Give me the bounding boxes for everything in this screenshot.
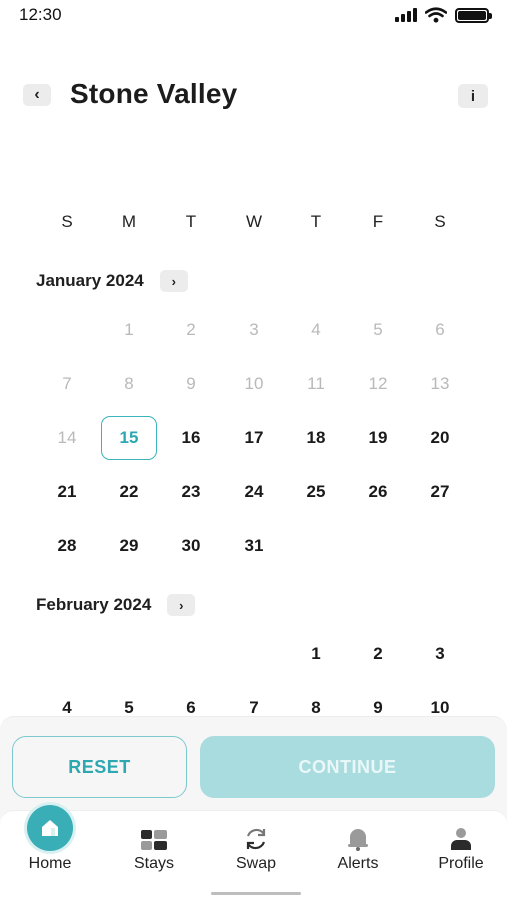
calendar-day[interactable]: 27	[412, 470, 468, 514]
tab-label: Profile	[438, 855, 484, 872]
tab-label: Swap	[235, 855, 277, 872]
calendar: January 2024 › 1 2 3 4 5 6 7 8 9 10 11 12 13 14 15 16 17 18…	[0, 0, 507, 715]
calendar-day: 4	[311, 320, 321, 339]
bottom-tab-bar: Home Stays Swap Alerts Profile	[0, 805, 507, 900]
calendar-day[interactable]: 21	[39, 470, 95, 514]
calendar-day: 2	[186, 320, 196, 339]
month-label: February 2024	[36, 595, 152, 614]
calendar-day: 9	[186, 374, 196, 393]
calendar-day[interactable]: 9	[350, 686, 406, 715]
calendar-day[interactable]: 2	[350, 632, 406, 676]
calendar-day[interactable]: 5	[101, 686, 157, 715]
stays-icon	[140, 811, 168, 851]
calendar-day: 5	[373, 320, 383, 339]
month-header: January 2024 ›	[36, 270, 188, 292]
calendar-day[interactable]: 18	[288, 416, 344, 460]
reset-button[interactable]: RESET	[12, 736, 187, 798]
calendar-day[interactable]: 19	[350, 416, 406, 460]
calendar-day: 7	[62, 374, 72, 393]
calendar-day[interactable]: 4	[39, 686, 95, 715]
calendar-day[interactable]: 17	[226, 416, 282, 460]
calendar-day[interactable]: 24	[226, 470, 282, 514]
continue-button[interactable]: CONTINUE	[200, 736, 495, 798]
calendar-day[interactable]: 3	[412, 632, 468, 676]
calendar-day[interactable]: 23	[163, 470, 219, 514]
home-icon	[27, 805, 73, 851]
tab-label: Home	[28, 855, 72, 872]
calendar-day: 3	[249, 320, 259, 339]
calendar-day: 11	[307, 374, 325, 393]
calendar-day[interactable]: 29	[101, 524, 157, 568]
calendar-day: 10	[244, 374, 264, 393]
tab-label: Alerts	[337, 855, 379, 872]
bell-icon	[345, 811, 371, 851]
tab-alerts[interactable]: Alerts	[313, 811, 403, 881]
calendar-day: 6	[435, 320, 445, 339]
calendar-day[interactable]: 1	[288, 632, 344, 676]
calendar-day-selected[interactable]: 15	[101, 416, 157, 460]
profile-icon	[448, 811, 474, 851]
tab-swap[interactable]: Swap	[211, 811, 301, 881]
calendar-day: 1	[124, 320, 134, 339]
swap-icon	[242, 811, 270, 851]
calendar-day[interactable]: 22	[101, 470, 157, 514]
calendar-day[interactable]: 8	[288, 686, 344, 715]
calendar-day[interactable]: 26	[350, 470, 406, 514]
calendar-day[interactable]: 7	[226, 686, 282, 715]
calendar-day[interactable]: 30	[163, 524, 219, 568]
tab-profile[interactable]: Profile	[416, 811, 506, 881]
calendar-day[interactable]: 25	[288, 470, 344, 514]
calendar-day: 14	[57, 428, 77, 447]
month-label: January 2024	[36, 271, 144, 290]
calendar-day[interactable]: 31	[226, 524, 282, 568]
calendar-day[interactable]: 20	[412, 416, 468, 460]
home-indicator	[211, 892, 301, 895]
month-header: February 2024 ›	[36, 594, 196, 616]
month-next-icon[interactable]: ›	[159, 270, 188, 292]
calendar-day: 13	[430, 374, 450, 393]
calendar-day[interactable]: 28	[39, 524, 95, 568]
calendar-day[interactable]: 10	[412, 686, 468, 715]
calendar-day: 12	[368, 374, 388, 393]
calendar-day[interactable]: 16	[163, 416, 219, 460]
tab-home[interactable]: Home	[5, 805, 95, 881]
tab-stays[interactable]: Stays	[109, 811, 199, 881]
month-next-icon[interactable]: ›	[167, 594, 196, 616]
calendar-day[interactable]: 6	[163, 686, 219, 715]
tab-label: Stays	[133, 855, 174, 872]
calendar-day: 8	[124, 374, 134, 393]
